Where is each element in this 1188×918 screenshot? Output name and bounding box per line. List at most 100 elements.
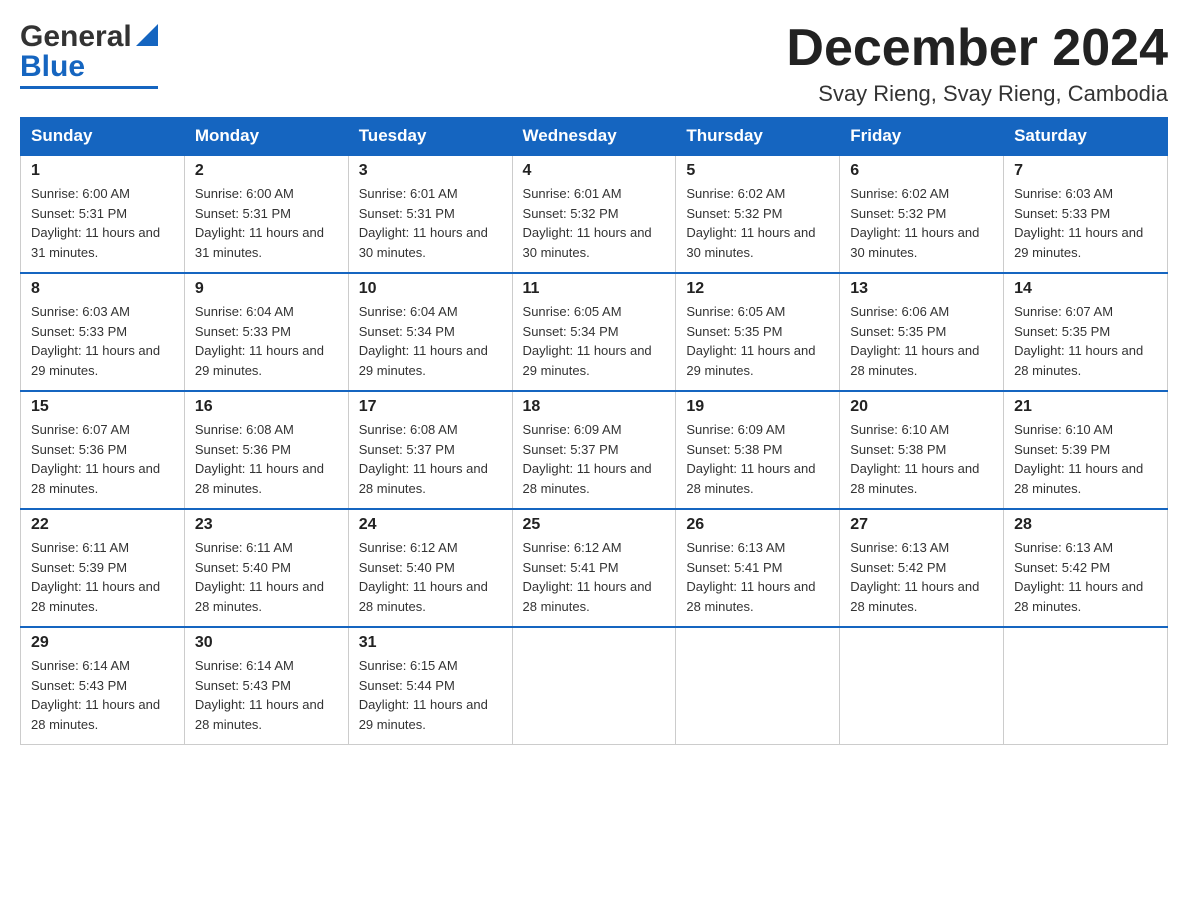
day-info: Sunrise: 6:00 AMSunset: 5:31 PMDaylight:… [31, 184, 174, 262]
day-number: 30 [195, 634, 338, 652]
calendar-cell [512, 627, 676, 745]
calendar-cell: 15 Sunrise: 6:07 AMSunset: 5:36 PMDayligh… [21, 391, 185, 509]
calendar-cell: 11 Sunrise: 6:05 AMSunset: 5:34 PMDayligh… [512, 273, 676, 391]
day-info: Sunrise: 6:03 AMSunset: 5:33 PMDaylight:… [1014, 184, 1157, 262]
logo-triangle-icon [136, 24, 158, 46]
calendar-cell: 24 Sunrise: 6:12 AMSunset: 5:40 PMDayligh… [348, 509, 512, 627]
day-number: 9 [195, 280, 338, 298]
day-info: Sunrise: 6:13 AMSunset: 5:41 PMDaylight:… [686, 538, 829, 616]
day-number: 19 [686, 398, 829, 416]
day-number: 24 [359, 516, 502, 534]
month-title: December 2024 [786, 20, 1168, 77]
calendar-cell: 21 Sunrise: 6:10 AMSunset: 5:39 PMDayligh… [1004, 391, 1168, 509]
calendar-cell: 5 Sunrise: 6:02 AMSunset: 5:32 PMDaylight… [676, 155, 840, 273]
calendar-cell: 4 Sunrise: 6:01 AMSunset: 5:32 PMDaylight… [512, 155, 676, 273]
weekday-header-monday: Monday [184, 118, 348, 156]
page-header: General Blue December 2024 Svay Rieng, S… [20, 20, 1168, 107]
day-info: Sunrise: 6:07 AMSunset: 5:35 PMDaylight:… [1014, 302, 1157, 380]
calendar-cell: 31 Sunrise: 6:15 AMSunset: 5:44 PMDayligh… [348, 627, 512, 745]
day-number: 29 [31, 634, 174, 652]
calendar-cell: 27Sunrise: 6:13 AMSunset: 5:42 PMDayligh… [840, 509, 1004, 627]
day-info: Sunrise: 6:11 AMSunset: 5:39 PMDaylight:… [31, 538, 174, 616]
day-number: 7 [1014, 162, 1157, 180]
calendar-cell: 30 Sunrise: 6:14 AMSunset: 5:43 PMDayligh… [184, 627, 348, 745]
title-section: December 2024 Svay Rieng, Svay Rieng, Ca… [786, 20, 1168, 107]
calendar-cell: 7 Sunrise: 6:03 AMSunset: 5:33 PMDaylight… [1004, 155, 1168, 273]
day-number: 15 [31, 398, 174, 416]
calendar-cell: 3 Sunrise: 6:01 AMSunset: 5:31 PMDaylight… [348, 155, 512, 273]
calendar-cell: 20Sunrise: 6:10 AMSunset: 5:38 PMDayligh… [840, 391, 1004, 509]
calendar-week-1: 1 Sunrise: 6:00 AMSunset: 5:31 PMDaylight… [21, 155, 1168, 273]
calendar-cell: 16 Sunrise: 6:08 AMSunset: 5:36 PMDayligh… [184, 391, 348, 509]
calendar-cell: 2 Sunrise: 6:00 AMSunset: 5:31 PMDaylight… [184, 155, 348, 273]
day-number: 2 [195, 162, 338, 180]
day-info: Sunrise: 6:03 AMSunset: 5:33 PMDaylight:… [31, 302, 174, 380]
day-info: Sunrise: 6:06 AMSunset: 5:35 PMDaylight:… [850, 302, 993, 380]
weekday-header-wednesday: Wednesday [512, 118, 676, 156]
day-info: Sunrise: 6:05 AMSunset: 5:34 PMDaylight:… [523, 302, 666, 380]
day-info: Sunrise: 6:09 AMSunset: 5:38 PMDaylight:… [686, 420, 829, 498]
day-number: 13 [850, 280, 993, 298]
day-info: Sunrise: 6:01 AMSunset: 5:32 PMDaylight:… [523, 184, 666, 262]
day-info: Sunrise: 6:07 AMSunset: 5:36 PMDaylight:… [31, 420, 174, 498]
day-number: 25 [523, 516, 666, 534]
calendar-cell: 1 Sunrise: 6:00 AMSunset: 5:31 PMDaylight… [21, 155, 185, 273]
day-info: Sunrise: 6:05 AMSunset: 5:35 PMDaylight:… [686, 302, 829, 380]
calendar-cell [840, 627, 1004, 745]
day-number: 16 [195, 398, 338, 416]
day-info: Sunrise: 6:08 AMSunset: 5:36 PMDaylight:… [195, 420, 338, 498]
day-number: 11 [523, 280, 666, 298]
day-number: 17 [359, 398, 502, 416]
day-number: 28 [1014, 516, 1157, 534]
calendar-cell: 6 Sunrise: 6:02 AMSunset: 5:32 PMDaylight… [840, 155, 1004, 273]
calendar-week-3: 15 Sunrise: 6:07 AMSunset: 5:36 PMDayligh… [21, 391, 1168, 509]
day-number: 5 [686, 162, 829, 180]
day-info: Sunrise: 6:08 AMSunset: 5:37 PMDaylight:… [359, 420, 502, 498]
day-info: Sunrise: 6:04 AMSunset: 5:34 PMDaylight:… [359, 302, 502, 380]
day-number: 4 [523, 162, 666, 180]
day-number: 10 [359, 280, 502, 298]
weekday-header-saturday: Saturday [1004, 118, 1168, 156]
calendar-cell: 18Sunrise: 6:09 AMSunset: 5:37 PMDayligh… [512, 391, 676, 509]
calendar-cell [1004, 627, 1168, 745]
day-number: 23 [195, 516, 338, 534]
calendar-cell: 8 Sunrise: 6:03 AMSunset: 5:33 PMDaylight… [21, 273, 185, 391]
calendar-cell: 13 Sunrise: 6:06 AMSunset: 5:35 PMDayligh… [840, 273, 1004, 391]
calendar-cell: 29Sunrise: 6:14 AMSunset: 5:43 PMDayligh… [21, 627, 185, 745]
day-number: 31 [359, 634, 502, 652]
day-info: Sunrise: 6:12 AMSunset: 5:40 PMDaylight:… [359, 538, 502, 616]
day-info: Sunrise: 6:10 AMSunset: 5:39 PMDaylight:… [1014, 420, 1157, 498]
day-number: 21 [1014, 398, 1157, 416]
calendar-cell: 28 Sunrise: 6:13 AMSunset: 5:42 PMDayligh… [1004, 509, 1168, 627]
day-info: Sunrise: 6:00 AMSunset: 5:31 PMDaylight:… [195, 184, 338, 262]
calendar-cell: 17 Sunrise: 6:08 AMSunset: 5:37 PMDayligh… [348, 391, 512, 509]
day-number: 6 [850, 162, 993, 180]
day-info: Sunrise: 6:09 AMSunset: 5:37 PMDaylight:… [523, 420, 666, 498]
location-text: Svay Rieng, Svay Rieng, Cambodia [786, 81, 1168, 107]
day-info: Sunrise: 6:14 AMSunset: 5:43 PMDaylight:… [195, 656, 338, 734]
day-info: Sunrise: 6:01 AMSunset: 5:31 PMDaylight:… [359, 184, 502, 262]
logo: General Blue [20, 20, 158, 89]
day-number: 26 [686, 516, 829, 534]
weekday-header-row: SundayMondayTuesdayWednesdayThursdayFrid… [21, 118, 1168, 156]
day-info: Sunrise: 6:10 AMSunset: 5:38 PMDaylight:… [850, 420, 993, 498]
calendar-cell [676, 627, 840, 745]
logo-underline [20, 86, 158, 89]
day-info: Sunrise: 6:11 AMSunset: 5:40 PMDaylight:… [195, 538, 338, 616]
logo-general-text: General [20, 20, 132, 54]
calendar-cell: 19 Sunrise: 6:09 AMSunset: 5:38 PMDayligh… [676, 391, 840, 509]
day-number: 3 [359, 162, 502, 180]
day-info: Sunrise: 6:12 AMSunset: 5:41 PMDaylight:… [523, 538, 666, 616]
day-number: 8 [31, 280, 174, 298]
day-number: 1 [31, 162, 174, 180]
day-info: Sunrise: 6:13 AMSunset: 5:42 PMDaylight:… [1014, 538, 1157, 616]
calendar-cell: 10 Sunrise: 6:04 AMSunset: 5:34 PMDayligh… [348, 273, 512, 391]
day-info: Sunrise: 6:02 AMSunset: 5:32 PMDaylight:… [850, 184, 993, 262]
day-number: 14 [1014, 280, 1157, 298]
day-info: Sunrise: 6:02 AMSunset: 5:32 PMDaylight:… [686, 184, 829, 262]
day-number: 27 [850, 516, 993, 534]
calendar-cell: 9Sunrise: 6:04 AMSunset: 5:33 PMDaylight… [184, 273, 348, 391]
day-info: Sunrise: 6:15 AMSunset: 5:44 PMDaylight:… [359, 656, 502, 734]
calendar-cell: 23 Sunrise: 6:11 AMSunset: 5:40 PMDayligh… [184, 509, 348, 627]
calendar-cell: 26 Sunrise: 6:13 AMSunset: 5:41 PMDayligh… [676, 509, 840, 627]
